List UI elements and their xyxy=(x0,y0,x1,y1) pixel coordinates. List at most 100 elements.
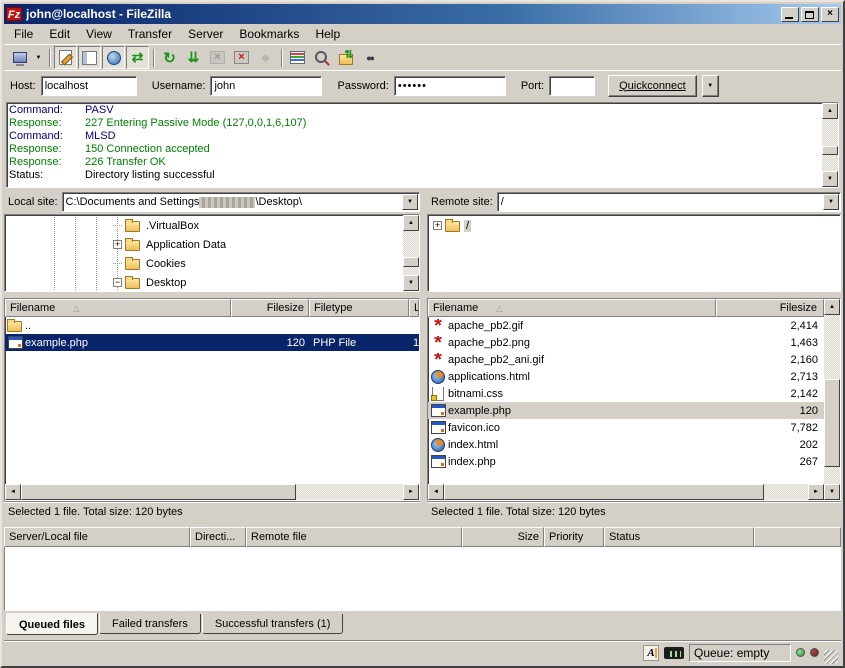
file-row[interactable]: example.php 120 xyxy=(428,402,824,419)
directory-comparison-icon[interactable] xyxy=(310,46,333,69)
redacted-username xyxy=(199,197,255,208)
tree-item[interactable]: Desktop xyxy=(6,273,402,290)
menu-item[interactable]: File xyxy=(6,25,41,43)
remote-list-hscrollbar[interactable]: ◄ ► xyxy=(428,484,824,500)
toggle-remote-tree-icon[interactable] xyxy=(102,46,125,69)
scroll-right-icon[interactable]: ► xyxy=(403,484,419,500)
scroll-up-icon[interactable]: ▲ xyxy=(824,299,840,315)
tree-expander-icon[interactable] xyxy=(113,259,122,268)
local-site-combo[interactable]: C:\Documents and Settings\Desktop\ ▼ xyxy=(62,192,420,212)
quickconnect-button[interactable]: Quickconnect xyxy=(608,75,697,97)
host-input[interactable] xyxy=(41,76,137,96)
queue-column-header[interactable]: Status xyxy=(604,527,754,547)
column-header[interactable]: Filetype xyxy=(309,299,409,317)
queue-column-header[interactable]: Server/Local file xyxy=(4,527,190,547)
vertical-splitter[interactable] xyxy=(420,192,427,292)
combo-dropdown-icon[interactable]: ▼ xyxy=(402,194,418,210)
queue-column-header[interactable] xyxy=(754,527,841,547)
file-row[interactable]: index.php 267 xyxy=(428,453,824,470)
filter-icon[interactable] xyxy=(286,46,309,69)
scroll-up-icon[interactable]: ▲ xyxy=(822,103,838,119)
menu-item[interactable]: Bookmarks xyxy=(231,25,307,43)
data-type-indicator-icon[interactable]: A xyxy=(643,645,659,661)
queue-column-header[interactable]: Remote file xyxy=(246,527,462,547)
file-row[interactable]: apache_pb2.gif 2,414 xyxy=(428,317,824,334)
scrollbar-thumb[interactable] xyxy=(21,484,296,500)
menu-item[interactable]: Help xyxy=(307,25,348,43)
queue-tab[interactable]: Failed transfers xyxy=(99,614,201,634)
queue-tab[interactable]: Successful transfers (1) xyxy=(202,614,344,634)
combo-dropdown-icon[interactable]: ▼ xyxy=(823,194,839,210)
column-header[interactable]: Filesize xyxy=(231,299,309,317)
menu-item[interactable]: Edit xyxy=(41,25,78,43)
tree-expander-icon[interactable] xyxy=(113,221,122,230)
column-header[interactable]: Filename xyxy=(428,299,716,317)
minimize-button[interactable] xyxy=(781,7,799,22)
menu-item[interactable]: Transfer xyxy=(120,25,180,43)
remote-site-combo[interactable]: / ▼ xyxy=(497,192,841,212)
toggle-message-log-icon[interactable] xyxy=(54,46,77,69)
disconnect-icon[interactable] xyxy=(230,46,253,69)
find-files-icon[interactable] xyxy=(358,46,381,69)
scroll-down-icon[interactable]: ▼ xyxy=(822,171,838,187)
column-header[interactable]: Last modified xyxy=(409,299,419,317)
queue-body[interactable] xyxy=(4,547,841,611)
scroll-down-icon[interactable]: ▼ xyxy=(824,484,840,500)
title-bar[interactable]: Fz john@localhost - FileZilla × xyxy=(4,4,841,24)
file-row[interactable]: example.php 120 PHP File 1 xyxy=(5,334,419,351)
refresh-icon[interactable] xyxy=(158,46,181,69)
local-list-hscrollbar[interactable]: ◄ ► xyxy=(5,484,419,500)
file-row[interactable]: apache_pb2.png 1,463 xyxy=(428,334,824,351)
vertical-splitter[interactable] xyxy=(420,298,427,521)
column-header[interactable]: Filesize xyxy=(716,299,824,317)
file-row[interactable]: .. xyxy=(5,317,419,334)
password-input[interactable] xyxy=(394,76,506,96)
scrollbar-thumb[interactable] xyxy=(444,484,764,500)
quickconnect-dropdown-button[interactable]: ▼ xyxy=(702,75,719,97)
scroll-down-icon[interactable]: ▼ xyxy=(403,275,419,291)
toggle-local-tree-icon[interactable] xyxy=(78,46,101,69)
scrollbar-thumb[interactable] xyxy=(403,257,419,268)
file-row[interactable]: favicon.ico 7,782 xyxy=(428,419,824,436)
column-header[interactable]: Filename xyxy=(5,299,231,317)
queue-column-header[interactable]: Priority xyxy=(544,527,604,547)
tree-expander-icon[interactable] xyxy=(433,221,442,230)
tree-item[interactable]: Application Data xyxy=(6,235,402,254)
scroll-left-icon[interactable]: ◄ xyxy=(428,484,444,500)
cancel-operation-icon[interactable] xyxy=(206,46,229,69)
speed-limits-icon[interactable] xyxy=(664,647,684,659)
tree-item[interactable]: Cookies xyxy=(6,254,402,273)
port-input[interactable] xyxy=(549,76,595,96)
file-row[interactable]: applications.html 2,713 xyxy=(428,368,824,385)
synchronized-browsing-icon[interactable] xyxy=(334,46,357,69)
remote-list-scrollbar[interactable]: ▲ ▼ xyxy=(824,299,840,500)
site-manager-icon[interactable] xyxy=(8,46,31,69)
dropdown-caret-icon[interactable] xyxy=(32,46,45,69)
tree-item[interactable]: / xyxy=(429,216,839,235)
file-row[interactable]: index.html 202 xyxy=(428,436,824,453)
menu-item[interactable]: View xyxy=(78,25,120,43)
queue-column-header[interactable]: Directi... xyxy=(190,527,246,547)
maximize-button[interactable] xyxy=(801,7,819,22)
process-queue-icon[interactable] xyxy=(182,46,205,69)
close-button[interactable]: × xyxy=(821,7,839,22)
tree-item[interactable]: .VirtualBox xyxy=(6,216,402,235)
resize-grip[interactable] xyxy=(824,650,838,664)
file-row[interactable]: bitnami.css 2,142 xyxy=(428,385,824,402)
scrollbar-thumb[interactable] xyxy=(822,146,838,155)
scroll-up-icon[interactable]: ▲ xyxy=(403,215,419,231)
scroll-right-icon[interactable]: ► xyxy=(808,484,824,500)
queue-tab[interactable]: Queued files xyxy=(6,613,98,635)
tree-expander-icon[interactable] xyxy=(113,278,122,287)
scroll-left-icon[interactable]: ◄ xyxy=(5,484,21,500)
log-scrollbar[interactable]: ▲ ▼ xyxy=(822,103,838,187)
menu-item[interactable]: Server xyxy=(180,25,231,43)
file-row[interactable]: apache_pb2_ani.gif 2,160 xyxy=(428,351,824,368)
reconnect-icon[interactable] xyxy=(254,46,277,69)
local-tree-scrollbar[interactable]: ▲ ▼ xyxy=(403,215,419,291)
queue-column-header[interactable]: Size xyxy=(462,527,544,547)
username-input[interactable] xyxy=(210,76,322,96)
scrollbar-thumb[interactable] xyxy=(824,379,840,467)
tree-expander-icon[interactable] xyxy=(113,240,122,249)
toggle-transfer-queue-icon[interactable] xyxy=(126,46,149,69)
